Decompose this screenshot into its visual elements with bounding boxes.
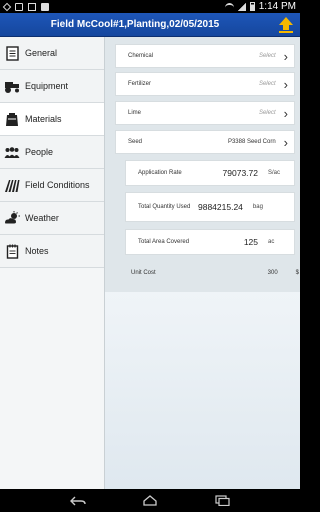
weather-icon [4, 210, 20, 226]
lime-label: Lime [128, 110, 142, 116]
sidebar-item-label: Weather [25, 213, 59, 223]
bag-icon [15, 2, 23, 11]
bag-icon [4, 111, 20, 127]
sidebar-item-label: General [25, 48, 58, 58]
wifi-icon [224, 3, 234, 10]
total-quantity-used-label: Total Quantity Used [138, 203, 191, 210]
field-icon [4, 177, 20, 193]
total-area-covered-label: Total Area Covered [138, 238, 190, 245]
total-quantity-used-unit: bag [252, 204, 263, 210]
lime-value: Select [258, 110, 276, 116]
materials-panel: Chemical Select › Fertilizer Select › Li… [105, 37, 300, 489]
document-icon [4, 45, 20, 61]
application-rate-field[interactable]: Application Rate 79073.72 S/ac [125, 160, 295, 186]
recent-apps-icon[interactable] [211, 495, 233, 507]
sidebar-item-equipment[interactable]: Equipment [0, 70, 104, 103]
sidebar-item-label: Field Conditions [25, 180, 90, 190]
sidebar-item-label: Materials [25, 114, 62, 124]
chemical-label: Chemical [128, 53, 154, 59]
system-navbar [0, 489, 300, 512]
battery-icon [249, 2, 255, 11]
application-rate-value[interactable]: 79073.72 [223, 168, 258, 178]
back-icon[interactable] [67, 495, 89, 507]
seed-row[interactable]: Seed P3388 Seed Corn › [115, 130, 295, 154]
people-icon [4, 144, 20, 160]
main-area: General Equipment Materials People Field… [0, 37, 300, 489]
diamond-icon [2, 2, 12, 11]
sidebar-item-materials[interactable]: Materials [0, 103, 104, 136]
unit-cost-unit: $ [295, 270, 299, 276]
chevron-right-icon: › [283, 48, 288, 64]
unit-cost-row[interactable]: Unit Cost 300 $ [131, 267, 299, 279]
sidebar-item-notes[interactable]: Notes [0, 235, 104, 268]
sidebar-item-weather[interactable]: Weather [0, 202, 104, 235]
sidebar-item-label: Notes [25, 246, 49, 256]
fertilizer-row[interactable]: Fertilizer Select › [115, 72, 295, 96]
upload-icon[interactable] [278, 16, 294, 34]
tractor-icon [4, 78, 20, 94]
fertilizer-value: Select [258, 81, 276, 87]
unit-cost-label: Unit Cost [131, 270, 156, 276]
application-rate-label: Application Rate [138, 169, 182, 176]
lime-row[interactable]: Lime Select › [115, 101, 295, 125]
sidebar-item-label: People [25, 147, 54, 157]
total-area-covered-value[interactable]: 125 [244, 237, 258, 247]
total-area-covered-field[interactable]: Total Area Covered 125 ac [125, 229, 295, 255]
chevron-right-icon: › [283, 76, 288, 92]
check-icon [28, 2, 36, 11]
chemical-row[interactable]: Chemical Select › [115, 44, 295, 68]
total-area-covered-unit: ac [268, 239, 275, 245]
total-quantity-used-value[interactable]: 9884215.24 [198, 202, 243, 212]
clock-time: 1:14 PM [258, 1, 296, 12]
total-quantity-used-field[interactable]: Total Quantity Used 9884215.24 bag [125, 192, 295, 222]
briefcase-icon [41, 2, 49, 11]
fertilizer-label: Fertilizer [128, 81, 152, 87]
notepad-icon [4, 243, 20, 259]
unit-cost-value[interactable]: 300 [268, 270, 278, 276]
sidebar-item-general[interactable]: General [0, 37, 104, 70]
chevron-right-icon: › [283, 134, 288, 150]
page-title: Field McCool#1,Planting,02/05/2015 [50, 19, 220, 30]
seed-label: Seed [128, 139, 143, 145]
sidebar: General Equipment Materials People Field… [0, 37, 105, 489]
application-rate-unit: S/ac [268, 170, 281, 176]
status-bar: 1:14 PM [0, 0, 300, 13]
sidebar-item-field-conditions[interactable]: Field Conditions [0, 169, 104, 202]
chevron-right-icon: › [283, 105, 288, 121]
home-icon[interactable] [139, 495, 161, 507]
app-header: Field McCool#1,Planting,02/05/2015 [0, 13, 300, 37]
sidebar-item-label: Equipment [25, 81, 69, 91]
sidebar-item-people[interactable]: People [0, 136, 104, 169]
chemical-value: Select [258, 53, 276, 59]
seed-value: P3388 Seed Corn [227, 139, 276, 145]
signal-icon [237, 2, 246, 11]
